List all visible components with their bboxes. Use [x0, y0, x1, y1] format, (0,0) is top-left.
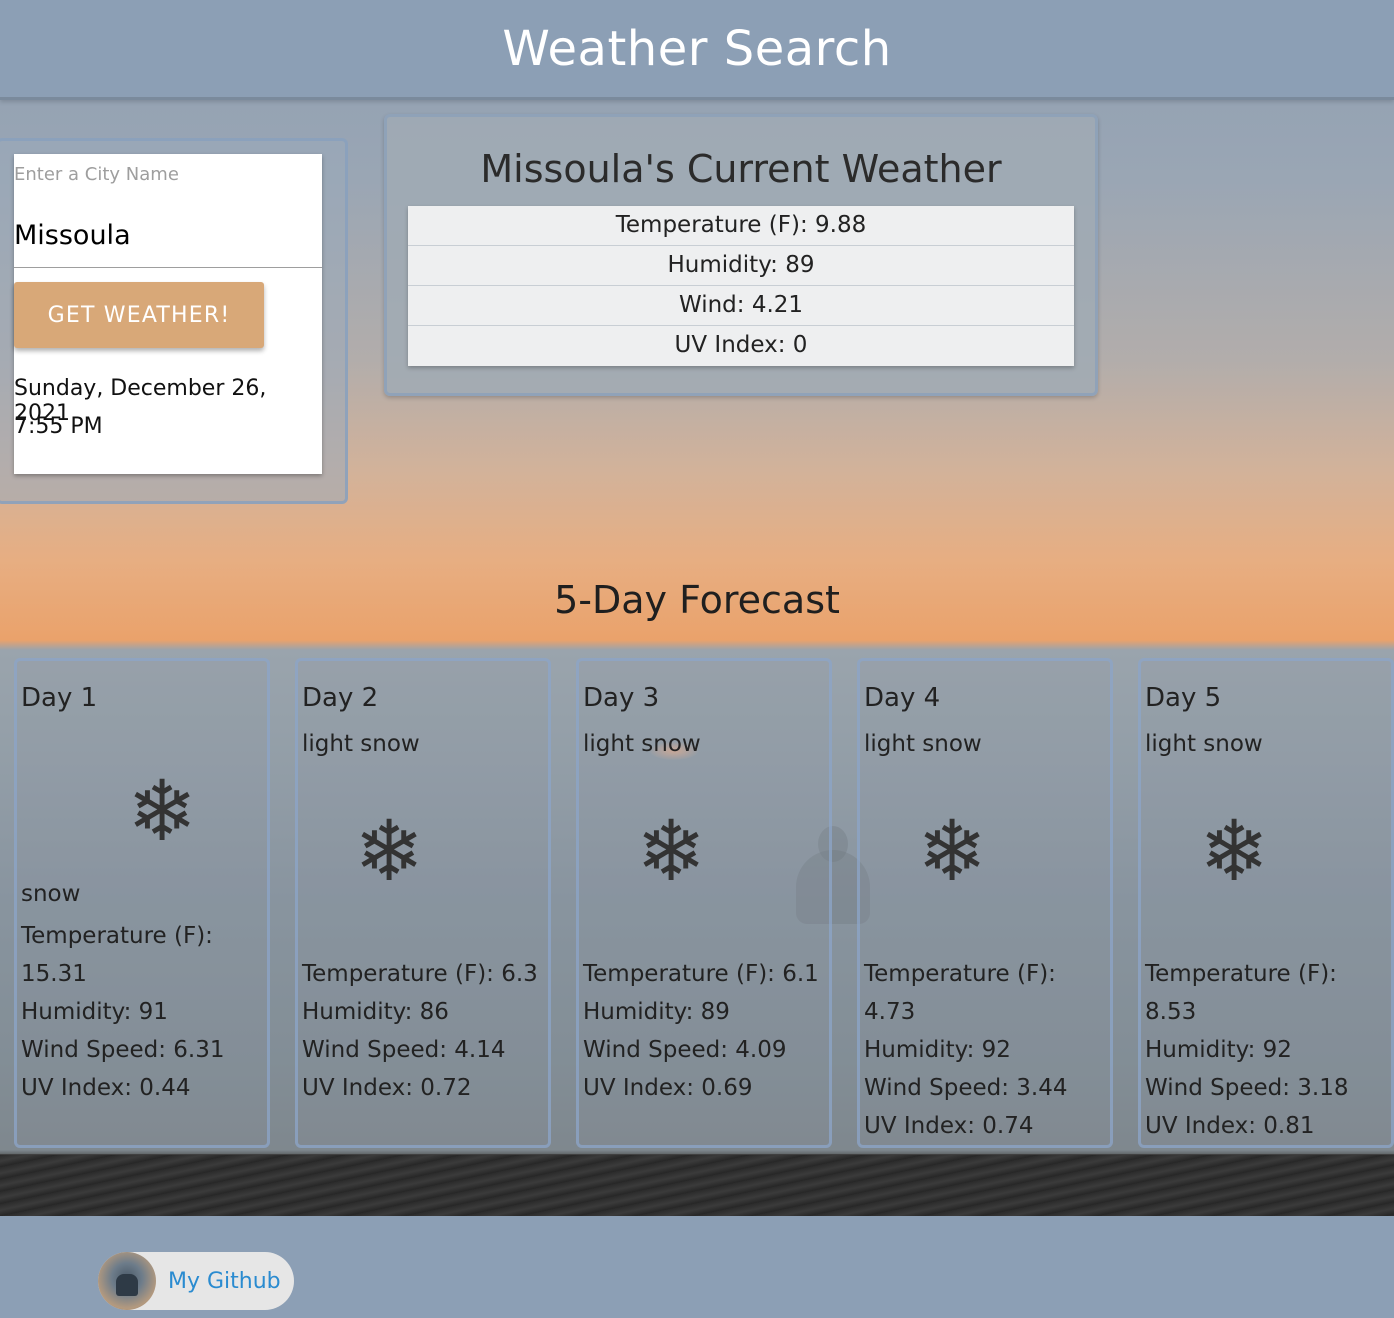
forecast-day-description: light snow: [864, 731, 982, 757]
forecast-uv-index: UV Index: 0.74: [864, 1113, 1034, 1139]
forecast-day-stats: Temperature (F): 8.53 Humidity: 92 Wind …: [1145, 955, 1391, 1145]
forecast-day-card: Day 4 light snow ❄ Temperature (F): 4.73…: [857, 658, 1113, 1148]
forecast-day-description: snow: [21, 881, 81, 907]
forecast-wind-speed: Wind Speed: 6.31: [21, 1037, 225, 1063]
forecast-uv-index: UV Index: 0.44: [21, 1075, 191, 1101]
page-footer: My Github: [0, 1216, 1394, 1318]
current-weather-title: Missoula's Current Weather: [480, 147, 1002, 191]
forecast-wind-speed: Wind Speed: 3.44: [864, 1075, 1068, 1101]
forecast-day-name: Day 2: [302, 683, 379, 713]
forecast-temperature: Temperature (F): 8.53: [1145, 961, 1337, 1025]
forecast-day-description: light snow: [583, 731, 701, 757]
forecast-day-name: Day 4: [864, 683, 941, 713]
forecast-uv-index: UV Index: 0.69: [583, 1075, 753, 1101]
forecast-day-card: Day 3 light snow ❄ Temperature (F): 6.1 …: [576, 658, 832, 1148]
forecast-humidity: Humidity: 92: [864, 1037, 1011, 1063]
city-input-label: Enter a City Name: [14, 164, 179, 185]
forecast-temperature: Temperature (F): 15.31: [21, 923, 213, 987]
forecast-temperature: Temperature (F): 6.1: [583, 961, 819, 987]
current-weather-list: Temperature (F): 9.88 Humidity: 89 Wind:…: [408, 206, 1074, 366]
forecast-wind-speed: Wind Speed: 4.14: [302, 1037, 506, 1063]
forecast-wind-speed: Wind Speed: 4.09: [583, 1037, 787, 1063]
page-title: Weather Search: [502, 20, 892, 77]
forecast-day-card: Day 2 light snow ❄ Temperature (F): 6.3 …: [295, 658, 551, 1148]
forecast-uv-index: UV Index: 0.72: [302, 1075, 472, 1101]
forecast-humidity: Humidity: 92: [1145, 1037, 1292, 1063]
forecast-temperature: Temperature (F): 6.3: [302, 961, 538, 987]
forecast-humidity: Humidity: 91: [21, 999, 168, 1025]
forecast-day-stats: Temperature (F): 6.3 Humidity: 86 Wind S…: [302, 955, 538, 1107]
current-weather-panel: Missoula's Current Weather Temperature (…: [384, 114, 1098, 396]
forecast-day-name: Day 3: [583, 683, 660, 713]
current-time: 7:55 PM: [14, 414, 103, 439]
forecast-wind-speed: Wind Speed: 3.18: [1145, 1075, 1349, 1101]
forecast-day-stats: Temperature (F): 6.1 Humidity: 89 Wind S…: [583, 955, 819, 1107]
forecast-humidity: Humidity: 89: [583, 999, 730, 1025]
city-search-input[interactable]: [14, 204, 322, 268]
snowflake-icon: ❄: [1199, 802, 1270, 900]
sand-strip: [0, 1155, 1394, 1216]
forecast-day-name: Day 5: [1145, 683, 1222, 713]
snowflake-icon: ❄: [917, 802, 988, 900]
forecast-day-card: Day 5 light snow ❄ Temperature (F): 8.53…: [1138, 658, 1394, 1148]
forecast-day-name: Day 1: [21, 683, 98, 713]
avatar: [98, 1252, 156, 1310]
forecast-humidity: Humidity: 86: [302, 999, 449, 1025]
github-link-label: My Github: [168, 1268, 281, 1294]
snowflake-icon: ❄: [127, 762, 198, 860]
get-weather-button[interactable]: GET WEATHER!: [14, 282, 264, 348]
forecast-uv-index: UV Index: 0.81: [1145, 1113, 1315, 1139]
github-link[interactable]: My Github: [98, 1252, 294, 1310]
forecast-title: 5-Day Forecast: [554, 578, 840, 622]
forecast-day-card: Day 1 ❄ snow Temperature (F): 15.31 Humi…: [14, 658, 270, 1148]
snowflake-icon: ❄: [354, 802, 425, 900]
current-temperature: Temperature (F): 9.88: [408, 206, 1074, 246]
snowflake-icon: ❄: [636, 802, 707, 900]
current-humidity: Humidity: 89: [408, 246, 1074, 286]
page-header: Weather Search: [0, 0, 1394, 100]
forecast-day-description: light snow: [1145, 731, 1263, 757]
forecast-temperature: Temperature (F): 4.73: [864, 961, 1056, 1025]
current-wind: Wind: 4.21: [408, 286, 1074, 326]
current-uv-index: UV Index: 0: [674, 332, 808, 358]
forecast-day-stats: Temperature (F): 4.73 Humidity: 92 Wind …: [864, 955, 1110, 1145]
search-card: Enter a City Name GET WEATHER! Sunday, D…: [14, 154, 322, 474]
forecast-day-description: light snow: [302, 731, 420, 757]
forecast-day-stats: Temperature (F): 15.31 Humidity: 91 Wind…: [21, 917, 267, 1107]
